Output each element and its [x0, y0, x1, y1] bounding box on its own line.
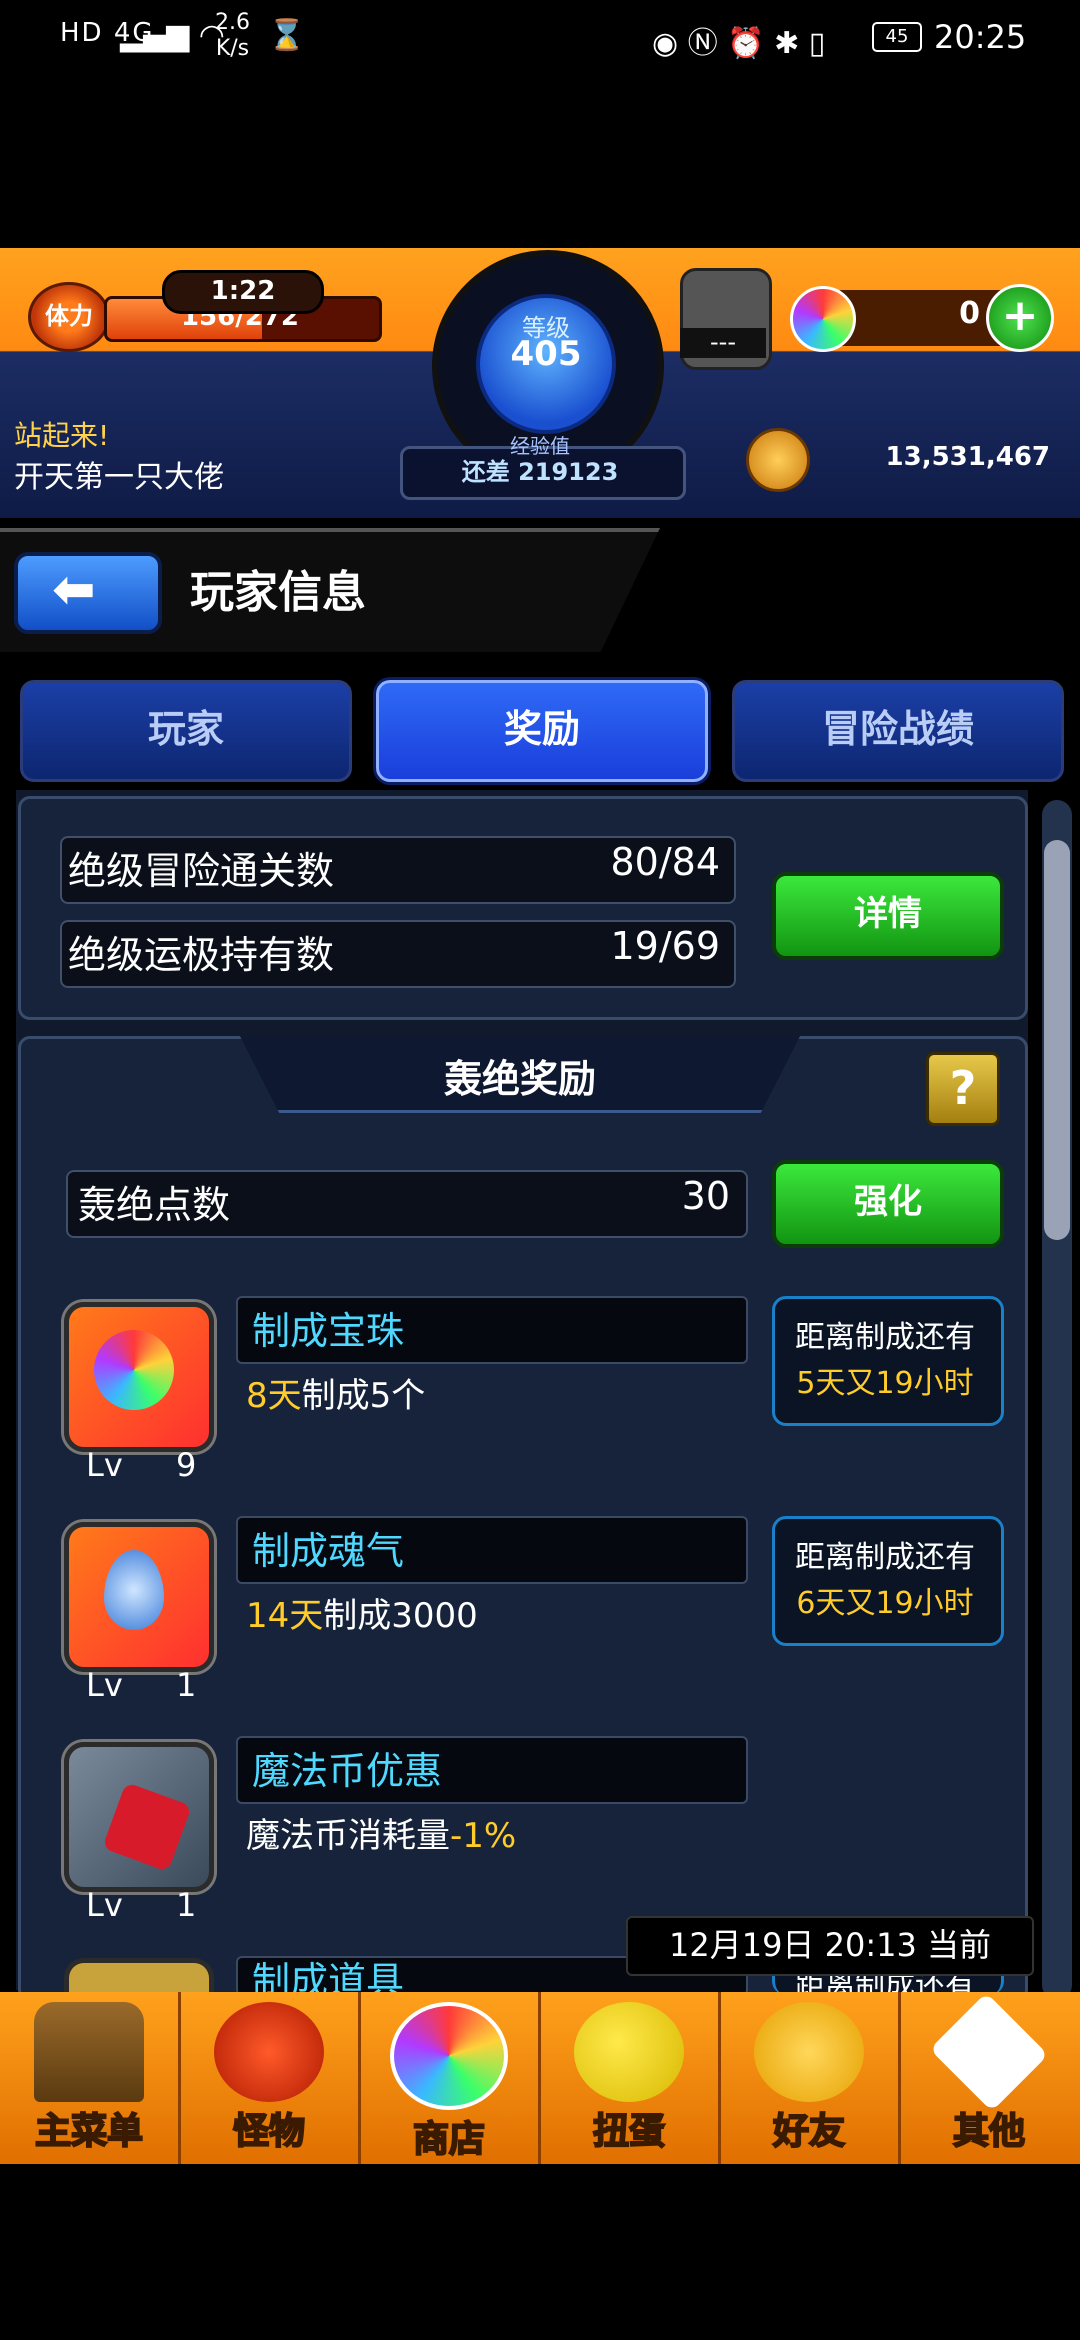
tab-reward[interactable]: 奖励: [376, 680, 708, 782]
signal-icon: ▂▄▆ ◠: [120, 18, 225, 53]
exp-remaining: 还差 219123: [461, 458, 619, 486]
orb-icon: [94, 1330, 174, 1410]
coin-icon: [746, 428, 810, 492]
nav-shop[interactable]: 商店: [360, 1992, 541, 2164]
skill-level: 1: [176, 1886, 197, 1924]
orb-count: 0: [959, 296, 980, 331]
orb-icon: [390, 2002, 508, 2110]
nav-label: 扭蛋: [592, 2110, 666, 2153]
orb-slot-text: ---: [680, 328, 766, 358]
skill-level: 9: [176, 1446, 197, 1484]
upgrade-button[interactable]: 强化: [772, 1160, 1004, 1248]
nav-label: 怪物: [232, 2110, 306, 2153]
remain-label: 距离制成还有: [795, 1540, 975, 1575]
other-icon: [929, 1992, 1049, 2112]
skill-level-label: Lv: [86, 1666, 123, 1704]
hourglass-icon: ⌛: [268, 18, 306, 53]
nav-label: 好友: [772, 2110, 846, 2153]
skill-level-label: Lv: [86, 1446, 123, 1484]
nav-label: 其他: [952, 2110, 1026, 2153]
back-arrow-icon: ⬅: [52, 560, 96, 620]
buy-orb-button[interactable]: +: [986, 284, 1054, 352]
player-name: 开天第一只大佬: [14, 460, 224, 495]
nav-gacha[interactable]: 扭蛋: [540, 1992, 721, 2164]
scrollbar-thumb[interactable]: [1044, 840, 1070, 1240]
page-title: 玩家信息: [190, 567, 366, 618]
stat-value: 80/84: [610, 840, 720, 884]
skill-name: 制成魂气: [252, 1529, 405, 1573]
section-title: 轰绝奖励: [443, 1057, 596, 1101]
money-amount: 13,531,467: [885, 442, 1050, 472]
nav-label: 主菜单: [34, 2110, 144, 2153]
remain-time: 5天又19小时: [796, 1366, 974, 1401]
tab-adventure-record[interactable]: 冒险战绩: [732, 680, 1064, 782]
help-button[interactable]: ?: [926, 1052, 1000, 1126]
skill-level: 1: [176, 1666, 197, 1704]
nav-main-menu[interactable]: 主菜单: [0, 1992, 181, 2164]
nav-friends[interactable]: 好友: [720, 1992, 901, 2164]
points-label: 轰绝点数: [78, 1183, 231, 1227]
stamina-timer: 1:22: [162, 270, 324, 314]
battery-icon: 45: [872, 22, 922, 52]
status-bar: HD 4G 2.6 K/s ▂▄▆ ◠ ⌛ ◉ Ⓝ ⏰ ✱ ▯ 45 20:25: [0, 0, 1080, 76]
stat-label: 绝级运极持有数: [68, 933, 335, 977]
tab-player[interactable]: 玩家: [20, 680, 352, 782]
rainbow-orb-icon: [790, 286, 856, 352]
skill-level-label: Lv: [86, 1886, 123, 1924]
stat-label: 绝级冒险通关数: [68, 849, 335, 893]
current-time-box: 12月19日 20:13 当前: [626, 1916, 1034, 1976]
points-value: 30: [681, 1174, 730, 1218]
skill-name: 制成宝珠: [252, 1309, 405, 1353]
monster-icon: [214, 2002, 324, 2102]
skill-desc: 14天制成3000: [246, 1596, 478, 1636]
egg-icon: [574, 2002, 684, 2102]
nav-other[interactable]: 其他: [900, 1992, 1078, 2164]
detail-button[interactable]: 详情: [772, 872, 1004, 960]
clock: 20:25: [934, 18, 1027, 56]
remain-time: 6天又19小时: [796, 1586, 974, 1621]
skill-name: 制成道具: [252, 1959, 405, 1992]
skill-desc: 魔法币消耗量-1%: [246, 1816, 517, 1856]
stamina-badge: 体力: [28, 282, 110, 352]
level-number: 405: [510, 334, 582, 374]
system-icons: ◉ Ⓝ ⏰ ✱ ▯: [652, 26, 826, 61]
skill-desc: 8天制成5个: [246, 1376, 426, 1416]
nav-monster[interactable]: 怪物: [180, 1992, 361, 2164]
stat-value: 19/69: [610, 924, 720, 968]
nav-label: 商店: [412, 2118, 486, 2161]
skill-name: 魔法币优惠: [252, 1749, 443, 1793]
remain-label: 距离制成还有: [795, 1320, 975, 1355]
friends-icon: [754, 2002, 864, 2102]
castle-icon: [34, 2002, 144, 2102]
player-title: 站起来!: [14, 419, 110, 452]
